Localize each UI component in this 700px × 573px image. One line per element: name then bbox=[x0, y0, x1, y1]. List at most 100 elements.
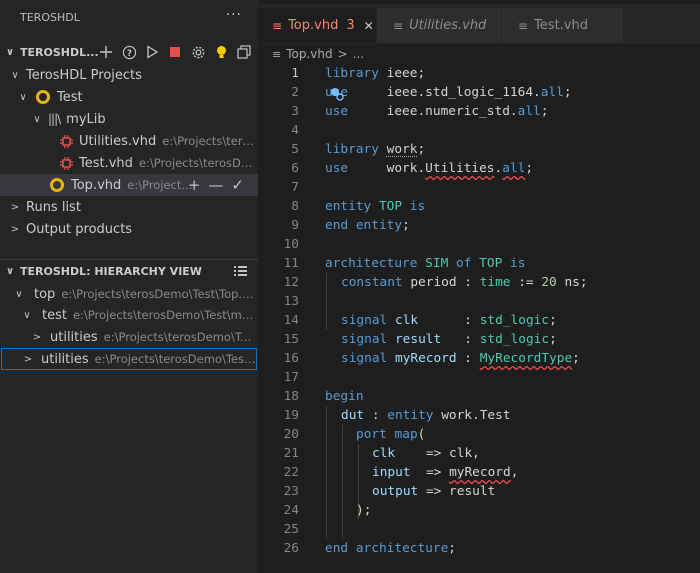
chevron-down-icon: ∨ bbox=[19, 91, 27, 103]
line-number: 12 bbox=[283, 275, 299, 290]
code-line: 21 clk => clk, bbox=[258, 444, 700, 463]
problem-count-badge: 3 bbox=[346, 18, 355, 33]
tab-utilities-vhd[interactable]: ≡ Utilities.vhd bbox=[377, 8, 501, 43]
hierarchy-entity-path: e:\Projects\terosDemo\Tes... bbox=[103, 330, 258, 344]
hierarchy-view-section-header[interactable]: ∨ TEROSHDL: HIERARCHY VIEW bbox=[0, 260, 258, 282]
line-content: library ieee; bbox=[325, 66, 426, 81]
line-content: signal result : std_logic; bbox=[341, 332, 557, 347]
chevron-right-icon: > bbox=[23, 353, 33, 365]
tree-item-file-test[interactable]: Test.vhd e:\Projects\terosDe... bbox=[0, 152, 258, 174]
line-number: 22 bbox=[283, 465, 299, 480]
code-line: 20 port map( bbox=[258, 425, 700, 444]
line-content: entity TOP is bbox=[325, 199, 426, 214]
chevron-down-icon: ∨ bbox=[33, 113, 41, 125]
tree-item-runs-list[interactable]: > Runs list bbox=[0, 196, 258, 218]
hierarchy-entity-path: e:\Projects\terosDemo\Test\Top.vhd bbox=[61, 287, 258, 301]
lightbulb-icon[interactable] bbox=[213, 44, 229, 60]
line-number: 13 bbox=[283, 294, 299, 309]
line-content: dut : entity work.Test bbox=[341, 408, 511, 423]
teroshdl-projects-section-header[interactable]: ∨ TEROSHDL... ? bbox=[0, 41, 258, 63]
hierarchy-item-test[interactable]: ∨ test e:\Projects\terosDemo\Test\myL... bbox=[0, 304, 258, 326]
tree-item-top-file[interactable]: Top.vhd e:\Project... + — ✓ bbox=[0, 174, 258, 196]
line-content: use ieee.std_logic_1164.all; bbox=[325, 85, 572, 100]
line-content: input => myRecord, bbox=[372, 465, 519, 480]
row-actions: + — ✓ bbox=[188, 174, 244, 196]
line-content: signal myRecord : MyRecordType; bbox=[341, 351, 580, 366]
chevron-right-icon: > bbox=[32, 331, 42, 343]
code-line: 17 bbox=[258, 368, 700, 387]
list-view-icon[interactable] bbox=[232, 263, 248, 279]
vhdl-chip-icon bbox=[60, 134, 73, 148]
line-number: 6 bbox=[291, 161, 299, 176]
sidebar-title: TEROSHDL bbox=[20, 11, 80, 24]
code-line: 7 bbox=[258, 178, 700, 197]
line-number: 7 bbox=[291, 180, 299, 195]
file-name: Test.vhd bbox=[79, 155, 133, 171]
code-line: 13 bbox=[258, 292, 700, 311]
tab-test-vhd[interactable]: ≡ Test.vhd bbox=[502, 8, 623, 43]
add-icon[interactable]: + bbox=[188, 176, 201, 194]
line-number: 8 bbox=[291, 199, 299, 214]
code-line: 9 end entity; bbox=[258, 216, 700, 235]
breadcrumb-file[interactable]: Top.vhd bbox=[286, 47, 332, 61]
line-content: ); bbox=[356, 503, 372, 518]
help-icon[interactable]: ? bbox=[121, 44, 137, 60]
line-content: library work; bbox=[325, 142, 426, 157]
line-content: clk => clk, bbox=[372, 446, 480, 461]
toplevel-circle-icon bbox=[50, 178, 64, 192]
tree-item-output-products[interactable]: > Output products bbox=[0, 218, 258, 240]
code-line: 16 signal myRecord : MyRecordType; bbox=[258, 349, 700, 368]
tree-item-file-utilities[interactable]: Utilities.vhd e:\Projects\teros... bbox=[0, 130, 258, 152]
file-lines-icon: ≡ bbox=[272, 47, 282, 61]
code-line: 19 dut : entity work.Test bbox=[258, 406, 700, 425]
tree-item-library-mylib[interactable]: ∨ |||\ myLib bbox=[0, 108, 258, 130]
tree-item-project-test[interactable]: ∨ Test bbox=[0, 86, 258, 108]
check-icon[interactable]: ✓ bbox=[231, 176, 244, 194]
line-number: 10 bbox=[283, 237, 299, 252]
breadcrumb-symbol[interactable]: ... bbox=[353, 47, 364, 61]
line-number: 19 bbox=[283, 408, 299, 423]
copy-icon[interactable] bbox=[236, 44, 252, 60]
code-line: 18 begin bbox=[258, 387, 700, 406]
code-line: 24); bbox=[258, 501, 700, 520]
line-content: end entity; bbox=[325, 218, 410, 233]
line-number: 11 bbox=[283, 256, 299, 271]
code-line: 10 bbox=[258, 235, 700, 254]
line-number: 5 bbox=[291, 142, 299, 157]
gear-icon[interactable] bbox=[190, 44, 206, 60]
file-name: Utilities.vhd bbox=[79, 133, 157, 149]
sidebar-title-bar: TEROSHDL ··· bbox=[0, 0, 258, 35]
hierarchy-item-top[interactable]: ∨ top e:\Projects\terosDemo\Test\Top.vhd bbox=[0, 283, 258, 305]
line-content: end architecture; bbox=[325, 541, 457, 556]
line-number: 17 bbox=[283, 370, 299, 385]
breadcrumb: ≡ Top.vhd > ... bbox=[258, 44, 700, 64]
tree-item-label: TerosHDL Projects bbox=[26, 67, 142, 83]
line-number: 26 bbox=[283, 541, 299, 556]
line-content: use work.Utilities.all; bbox=[325, 161, 534, 176]
hierarchy-item-utilities-focused[interactable]: > utilities e:\Projects\terosDemo\Test\.… bbox=[1, 348, 257, 370]
line-content: constant period : time := 20 ns; bbox=[341, 275, 588, 290]
hierarchy-item-utilities-nested[interactable]: > utilities e:\Projects\terosDemo\Tes... bbox=[0, 326, 258, 348]
tree-item-teroshdl-projects[interactable]: ∨ TerosHDL Projects bbox=[0, 64, 258, 86]
code-line: 22 input => myRecord, bbox=[258, 463, 700, 482]
section-title: TEROSHDL: HIERARCHY VIEW bbox=[20, 264, 202, 278]
stop-icon[interactable] bbox=[167, 44, 183, 60]
add-icon[interactable] bbox=[98, 44, 114, 60]
line-number: 23 bbox=[283, 484, 299, 499]
close-icon[interactable]: ✕ bbox=[364, 19, 374, 33]
chevron-right-icon: > bbox=[10, 201, 20, 213]
more-actions-icon[interactable]: ··· bbox=[226, 7, 242, 23]
chevron-down-icon: ∨ bbox=[5, 46, 15, 58]
line-number: 14 bbox=[283, 313, 299, 328]
tab-label: Utilities.vhd bbox=[409, 18, 487, 33]
hierarchy-entity-name: top bbox=[34, 286, 56, 302]
tab-top-vhd[interactable]: ≡ Top.vhd 3 ✕ bbox=[258, 8, 376, 43]
line-number: 21 bbox=[283, 446, 299, 461]
code-line: 8 entity TOP is bbox=[258, 197, 700, 216]
code-action-lightbulb-icon[interactable] bbox=[330, 87, 344, 101]
code-line: 4 bbox=[258, 121, 700, 140]
remove-icon[interactable]: — bbox=[208, 176, 223, 194]
file-name: Top.vhd bbox=[71, 177, 122, 193]
run-icon[interactable] bbox=[144, 44, 160, 60]
breadcrumb-separator: > bbox=[337, 47, 348, 61]
